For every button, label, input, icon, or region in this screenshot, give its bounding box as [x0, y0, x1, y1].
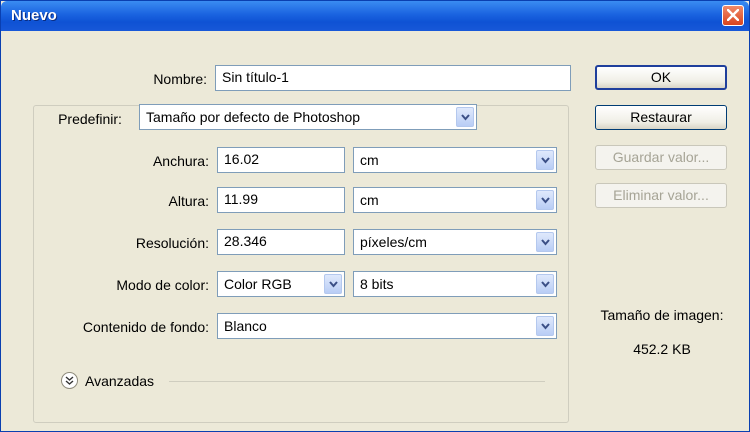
- chevron-down-icon: [541, 157, 550, 164]
- image-size-value: 452.2 KB: [633, 341, 691, 357]
- close-icon: [727, 9, 739, 21]
- resolucion-label: Resolución:: [135, 235, 209, 251]
- bits-dropdown-button[interactable]: [536, 274, 554, 294]
- modo-color-select[interactable]: Color RGB: [217, 271, 345, 297]
- anchura-unit-dropdown-button[interactable]: [536, 150, 554, 170]
- anchura-unit-value: cm: [360, 152, 379, 168]
- predefinir-select[interactable]: Tamaño por defecto de Photoshop: [139, 104, 477, 130]
- double-chevron-down-icon: [65, 376, 74, 385]
- modo-color-value: Color RGB: [224, 276, 292, 292]
- dialog-title: Nuevo: [11, 7, 57, 24]
- anchura-label: Anchura:: [152, 153, 209, 169]
- predefinir-dropdown-button[interactable]: [456, 107, 474, 127]
- contenido-fondo-select[interactable]: Blanco: [217, 313, 557, 339]
- avanzadas-toggle[interactable]: [61, 372, 78, 389]
- close-button[interactable]: [722, 5, 744, 26]
- guardar-valor-button[interactable]: Guardar valor...: [595, 145, 727, 170]
- chevron-down-icon: [329, 281, 338, 288]
- modo-color-dropdown-button[interactable]: [324, 274, 342, 294]
- chevron-down-icon: [461, 114, 470, 121]
- anchura-input[interactable]: 16.02: [217, 147, 345, 173]
- resolucion-unit-select[interactable]: píxeles/cm: [353, 229, 557, 255]
- title-bar[interactable]: Nuevo: [1, 1, 749, 31]
- chevron-down-icon: [541, 197, 550, 204]
- resolucion-unit-value: píxeles/cm: [360, 234, 427, 250]
- ok-button[interactable]: OK: [595, 65, 727, 90]
- altura-label: Altura:: [168, 193, 209, 209]
- chevron-down-icon: [541, 323, 550, 330]
- anchura-unit-select[interactable]: cm: [353, 147, 557, 173]
- resolucion-unit-dropdown-button[interactable]: [536, 232, 554, 252]
- image-size-label: Tamaño de imagen:: [600, 307, 724, 323]
- nombre-label: Nombre:: [153, 71, 207, 87]
- chevron-down-icon: [541, 239, 550, 246]
- altura-unit-select[interactable]: cm: [353, 187, 557, 213]
- avanzadas-label[interactable]: Avanzadas: [85, 373, 154, 389]
- eliminar-valor-button[interactable]: Eliminar valor...: [595, 183, 727, 208]
- bits-value: 8 bits: [360, 276, 394, 292]
- avanzadas-divider: [169, 381, 545, 382]
- contenido-fondo-value: Blanco: [224, 318, 267, 334]
- altura-unit-value: cm: [360, 192, 379, 208]
- contenido-fondo-label: Contenido de fondo:: [82, 319, 209, 335]
- predefinir-label: Predefinir:: [47, 111, 133, 127]
- modo-color-label: Modo de color:: [116, 277, 209, 293]
- altura-input[interactable]: 11.99: [217, 187, 345, 213]
- new-document-dialog: Nuevo Nombre: Sin título-1 Predefinir: T…: [0, 0, 750, 432]
- resolucion-input[interactable]: 28.346: [217, 229, 345, 255]
- altura-unit-dropdown-button[interactable]: [536, 190, 554, 210]
- restaurar-button[interactable]: Restaurar: [595, 105, 727, 130]
- nombre-input[interactable]: Sin título-1: [215, 65, 571, 91]
- contenido-fondo-dropdown-button[interactable]: [536, 316, 554, 336]
- bits-select[interactable]: 8 bits: [353, 271, 557, 297]
- chevron-down-icon: [541, 281, 550, 288]
- predefinir-value: Tamaño por defecto de Photoshop: [146, 109, 361, 125]
